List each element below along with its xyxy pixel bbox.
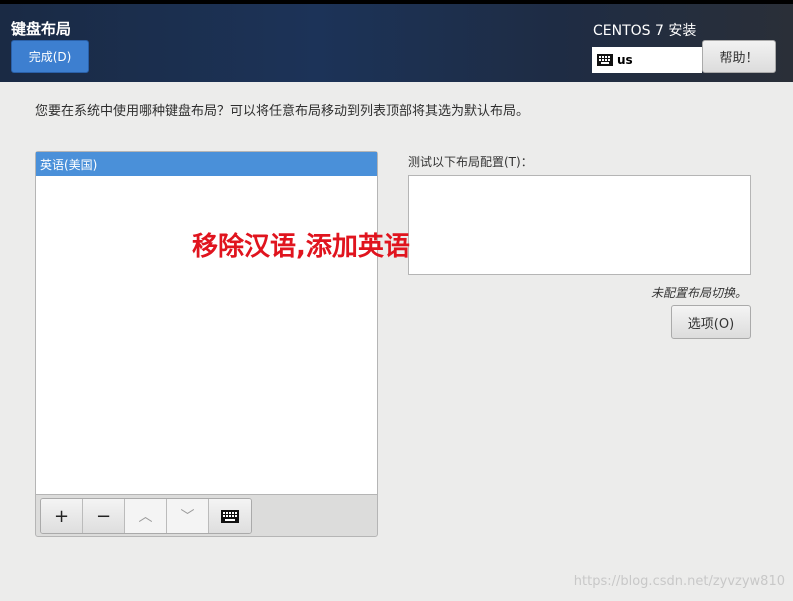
header-bar: 键盘布局 完成(D) CENTOS 7 安装 us 帮助！ — [0, 0, 793, 82]
page-title: 键盘布局 — [11, 20, 72, 38]
done-button[interactable]: 完成(D) — [11, 40, 89, 73]
keyboard-layout-code: us — [617, 53, 633, 67]
add-layout-button[interactable]: + — [41, 499, 83, 533]
move-up-button[interactable]: ︿ — [125, 499, 167, 533]
layout-toolbar: + − ︿ ﹀ — [40, 498, 252, 534]
keyboard-icon — [597, 54, 613, 66]
options-button[interactable]: 选项(O) — [671, 305, 751, 339]
keyboard-icon — [221, 509, 239, 523]
annotation-text: 移除汉语,添加英语 — [192, 232, 410, 262]
switch-note: 未配置布局切换。 — [650, 286, 747, 300]
keyboard-indicator[interactable]: us — [592, 47, 702, 73]
product-title: CENTOS 7 安装 — [593, 23, 697, 39]
instructions: 您要在系统中使用哪种键盘布局？可以将任意布局移动到列表顶部将其选为默认布局。 — [35, 104, 530, 119]
test-layout-label: 测试以下布局配置(T)： — [408, 155, 533, 169]
test-layout-input[interactable] — [408, 175, 751, 275]
move-down-button[interactable]: ﹀ — [167, 499, 209, 533]
layout-list[interactable]: 英语(美国) — [36, 152, 377, 495]
remove-layout-button[interactable]: − — [83, 499, 125, 533]
preview-layout-button[interactable] — [209, 499, 251, 533]
watermark: https://blog.csdn.net/zyvzyw810 — [573, 574, 785, 589]
layout-list-panel: 英语(美国) + − ︿ ﹀ — [35, 151, 378, 537]
list-item[interactable]: 英语(美国) — [36, 152, 377, 176]
help-button[interactable]: 帮助！ — [702, 40, 776, 73]
